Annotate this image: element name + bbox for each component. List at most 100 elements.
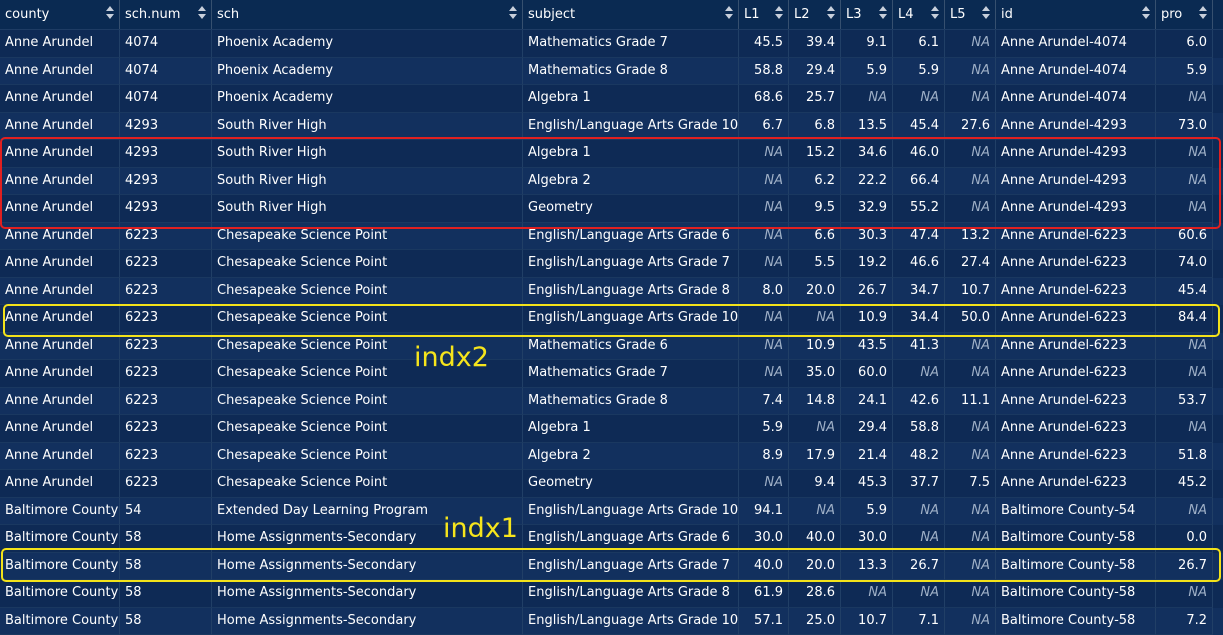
cell-sch-num: 4293 xyxy=(120,195,212,223)
cell-id: Anne Arundel-6223 xyxy=(996,278,1156,306)
data-grid: countysch.numsch subject L1 L2 L3 L4 L5 idpro A… xyxy=(0,0,1223,635)
cell-l2: 28.6 xyxy=(789,580,841,608)
cell-sch-num: 6223 xyxy=(120,223,212,251)
cell-county: Baltimore County xyxy=(0,580,120,608)
cell-l2: 5.5 xyxy=(789,250,841,278)
column-header-pro[interactable]: pro xyxy=(1156,0,1213,29)
cell-pro: 84.4 xyxy=(1156,305,1213,333)
cell-l3: 60.0 xyxy=(841,360,893,388)
cell-l4: NA xyxy=(893,498,945,526)
cell-l2: 9.4 xyxy=(789,470,841,498)
column-header-l2[interactable]: L2 xyxy=(789,0,841,29)
cell-id: Anne Arundel-4293 xyxy=(996,195,1156,223)
cell-l1: 58.8 xyxy=(739,58,789,86)
column-header-subject[interactable]: subject xyxy=(523,0,739,29)
table-row: Anne Arundel6223Chesapeake Science Point… xyxy=(0,305,1223,333)
column-header-label: L2 xyxy=(794,7,810,22)
cell-pro: NA xyxy=(1156,498,1213,526)
cell-pro: 60.6 xyxy=(1156,223,1213,251)
cell-l1: 45.5 xyxy=(739,30,789,58)
cell-l3: 30.3 xyxy=(841,223,893,251)
cell-sch: Phoenix Academy xyxy=(212,30,523,58)
cell-l3: 5.9 xyxy=(841,58,893,86)
cell-sch: South River High xyxy=(212,113,523,141)
cell-l5: 27.4 xyxy=(945,250,996,278)
cell-l2: 6.8 xyxy=(789,113,841,141)
cell-l2: 20.0 xyxy=(789,278,841,306)
sort-arrows-icon[interactable] xyxy=(775,5,783,21)
table-row: Baltimore County58Home Assignments-Secon… xyxy=(0,580,1223,608)
cell-pro: NA xyxy=(1156,85,1213,113)
column-header-label: L5 xyxy=(950,7,966,22)
table-row: Baltimore County54Extended Day Learning … xyxy=(0,498,1223,526)
column-header-l1[interactable]: L1 xyxy=(739,0,789,29)
cell-pro: 51.8 xyxy=(1156,443,1213,471)
cell-sch: Chesapeake Science Point xyxy=(212,305,523,333)
sort-arrows-icon[interactable] xyxy=(879,5,887,21)
cell-county: Anne Arundel xyxy=(0,30,120,58)
cell-pro: NA xyxy=(1156,168,1213,196)
cell-subject: English/Language Arts Grade 10 xyxy=(523,498,739,526)
sort-arrows-icon[interactable] xyxy=(198,5,206,21)
cell-id: Anne Arundel-6223 xyxy=(996,415,1156,443)
cell-l5: 11.1 xyxy=(945,388,996,416)
cell-l5: NA xyxy=(945,553,996,581)
cell-l1: NA xyxy=(739,195,789,223)
cell-l5: NA xyxy=(945,443,996,471)
sort-arrows-icon[interactable] xyxy=(931,5,939,21)
sort-arrows-icon[interactable] xyxy=(725,5,733,21)
cell-sch-num: 58 xyxy=(120,580,212,608)
cell-subject: Mathematics Grade 8 xyxy=(523,58,739,86)
cell-sch-num: 58 xyxy=(120,553,212,581)
column-header-l5[interactable]: L5 xyxy=(945,0,996,29)
column-header-label: subject xyxy=(528,7,575,22)
indx1-annotation: indx1 xyxy=(443,513,518,544)
cell-sch-num: 6223 xyxy=(120,333,212,361)
grid-header: countysch.numsch subject L1 L2 L3 L4 L5 idpro xyxy=(0,0,1223,30)
cell-sch-num: 6223 xyxy=(120,360,212,388)
cell-sch-num: 6223 xyxy=(120,443,212,471)
cell-l2: 17.9 xyxy=(789,443,841,471)
column-header-l4[interactable]: L4 xyxy=(893,0,945,29)
cell-sch-num: 6223 xyxy=(120,278,212,306)
cell-l2: 14.8 xyxy=(789,388,841,416)
sort-arrows-icon[interactable] xyxy=(1142,5,1150,21)
cell-id: Anne Arundel-4293 xyxy=(996,140,1156,168)
cell-id: Baltimore County-54 xyxy=(996,498,1156,526)
cell-l5: NA xyxy=(945,360,996,388)
column-header-l3[interactable]: L3 xyxy=(841,0,893,29)
cell-l3: 13.3 xyxy=(841,553,893,581)
cell-id: Anne Arundel-6223 xyxy=(996,223,1156,251)
cell-id: Anne Arundel-4074 xyxy=(996,30,1156,58)
cell-county: Anne Arundel xyxy=(0,415,120,443)
cell-l4: 42.6 xyxy=(893,388,945,416)
cell-county: Anne Arundel xyxy=(0,250,120,278)
column-header-county[interactable]: county xyxy=(0,0,120,29)
cell-subject: Geometry xyxy=(523,470,739,498)
column-header-id[interactable]: id xyxy=(996,0,1156,29)
sort-arrows-icon[interactable] xyxy=(1199,5,1207,21)
cell-l1: 8.0 xyxy=(739,278,789,306)
cell-pro: NA xyxy=(1156,360,1213,388)
table-row: Anne Arundel4293South River HighAlgebra … xyxy=(0,168,1223,196)
cell-l2: 6.2 xyxy=(789,168,841,196)
cell-l5: NA xyxy=(945,58,996,86)
cell-county: Baltimore County xyxy=(0,553,120,581)
sort-arrows-icon[interactable] xyxy=(106,5,114,21)
cell-sch-num: 58 xyxy=(120,525,212,553)
cell-id: Anne Arundel-6223 xyxy=(996,388,1156,416)
sort-arrows-icon[interactable] xyxy=(827,5,835,21)
cell-sch: Chesapeake Science Point xyxy=(212,415,523,443)
cell-county: Baltimore County xyxy=(0,498,120,526)
column-header-sch-num[interactable]: sch.num xyxy=(120,0,212,29)
column-header-label: pro xyxy=(1161,7,1182,22)
cell-l1: NA xyxy=(739,333,789,361)
column-header-label: L3 xyxy=(846,7,862,22)
column-header-sch[interactable]: sch xyxy=(212,0,523,29)
sort-arrows-icon[interactable] xyxy=(509,5,517,21)
cell-pro: 45.4 xyxy=(1156,278,1213,306)
cell-l3: 34.6 xyxy=(841,140,893,168)
cell-l4: 45.4 xyxy=(893,113,945,141)
cell-subject: English/Language Arts Grade 6 xyxy=(523,223,739,251)
sort-arrows-icon[interactable] xyxy=(982,5,990,21)
